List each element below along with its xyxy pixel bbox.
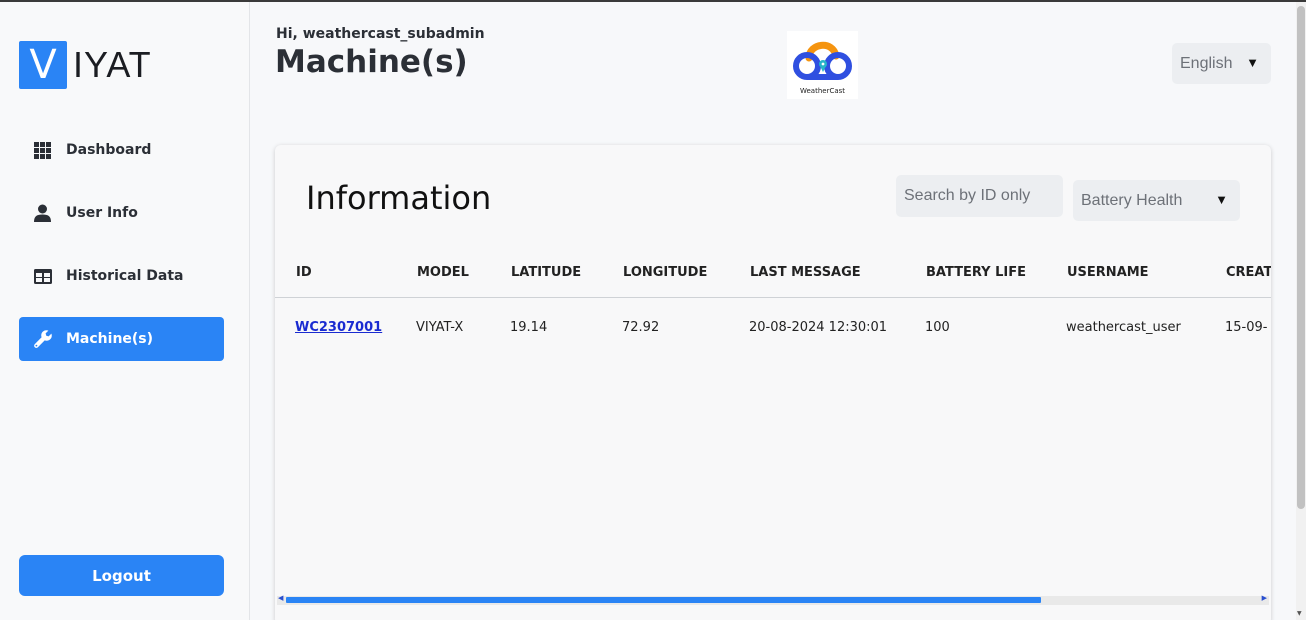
cell-model: VIYAT-X xyxy=(416,320,464,336)
table-header-row: ID MODEL LATITUDE LONGITUDE LAST MESSAGE… xyxy=(275,249,1271,298)
sidebar-item-label: Historical Data xyxy=(66,268,184,284)
logout-button[interactable]: Logout xyxy=(19,555,224,596)
card-title: Information xyxy=(306,179,492,217)
scroll-right-icon[interactable]: ▶ xyxy=(1262,594,1267,602)
cell-latitude: 19.14 xyxy=(510,320,548,336)
cell-battery-life: 100 xyxy=(925,320,950,336)
sidebar-nav: Dashboard User Info Historical Data Mach… xyxy=(19,128,224,380)
caret-down-icon: ▼ xyxy=(1246,55,1259,70)
scrollbar-thumb[interactable] xyxy=(286,597,1041,603)
horizontal-scrollbar[interactable]: ◀ ▶ xyxy=(277,594,1269,605)
machines-table-container: ID MODEL LATITUDE LONGITUDE LAST MESSAGE… xyxy=(275,249,1271,589)
cell-longitude: 72.92 xyxy=(622,320,660,336)
battery-health-select[interactable]: Battery Health ▼ xyxy=(1073,180,1240,221)
logo-text: IYAT xyxy=(73,44,152,85)
column-header-battery-life[interactable]: BATTERY LIFE xyxy=(905,249,1046,298)
sidebar-item-dashboard[interactable]: Dashboard xyxy=(19,128,224,172)
scroll-left-icon[interactable]: ◀ xyxy=(278,594,283,602)
column-header-longitude[interactable]: LONGITUDE xyxy=(602,249,729,298)
cell-created: 15-09- xyxy=(1225,320,1268,336)
cell-last-message: 20-08-2024 12:30:01 xyxy=(749,320,888,336)
language-value: English xyxy=(1180,54,1233,72)
wrench-icon xyxy=(33,330,52,349)
table-row: WC2307001 VIYAT-X 19.14 72.92 20-08-2024… xyxy=(275,297,1271,358)
viyat-logo[interactable]: V IYAT xyxy=(19,41,152,89)
logo-caption: WeatherCast xyxy=(799,87,846,95)
sidebar-item-machines[interactable]: Machine(s) xyxy=(19,317,224,361)
sidebar-item-historical-data[interactable]: Historical Data xyxy=(19,254,224,298)
vertical-scrollbar[interactable]: ▼ xyxy=(1296,2,1306,620)
machine-id-link[interactable]: WC2307001 xyxy=(295,320,382,335)
search-input[interactable] xyxy=(896,175,1063,217)
logo-letter: V xyxy=(19,41,67,89)
sidebar-item-user-info[interactable]: User Info xyxy=(19,191,224,235)
filter-value: Battery Health xyxy=(1081,191,1183,209)
sidebar: V IYAT Dashboard User Info Historical Da… xyxy=(0,2,250,620)
sidebar-item-label: Dashboard xyxy=(66,142,152,158)
table-icon xyxy=(33,267,52,286)
column-header-username[interactable]: USERNAME xyxy=(1046,249,1205,298)
scrollbar-thumb[interactable] xyxy=(1297,6,1305,509)
grid-icon xyxy=(33,141,52,160)
column-header-id[interactable]: ID xyxy=(275,249,396,298)
greeting-text: Hi, weathercast_subadmin xyxy=(276,26,485,42)
cell-username: weathercast_user xyxy=(1066,320,1181,336)
information-card: Information Battery Health ▼ ID MODEL LA… xyxy=(275,145,1271,620)
caret-down-icon: ▼ xyxy=(1215,192,1228,207)
column-header-created[interactable]: CREAT xyxy=(1205,249,1271,298)
cloud-logo-icon xyxy=(793,41,852,80)
cell-id: WC2307001 xyxy=(275,297,396,358)
machines-table: ID MODEL LATITUDE LONGITUDE LAST MESSAGE… xyxy=(275,249,1271,358)
page-title: Machine(s) xyxy=(275,44,468,80)
user-icon xyxy=(33,204,52,223)
sidebar-item-label: Machine(s) xyxy=(66,331,154,347)
column-header-latitude[interactable]: LATITUDE xyxy=(490,249,602,298)
weathercast-logo: WeatherCast xyxy=(787,31,858,99)
sidebar-item-label: User Info xyxy=(66,205,138,221)
language-select[interactable]: English ▼ xyxy=(1172,43,1271,84)
column-header-model[interactable]: MODEL xyxy=(396,249,490,298)
column-header-last-message[interactable]: LAST MESSAGE xyxy=(729,249,905,298)
scroll-down-icon[interactable]: ▼ xyxy=(1297,610,1302,617)
